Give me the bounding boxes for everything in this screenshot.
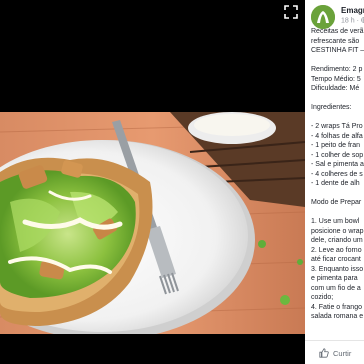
method-line: 1. Use um bowl	[311, 218, 360, 225]
method-line: dele, criando um	[311, 237, 363, 244]
ingredient-item: - 1 dente de alh	[311, 180, 360, 187]
method-line: e pimenta para	[311, 275, 358, 282]
method-line: posicione o wrap	[311, 227, 364, 235]
ingredient-item: - 2 wraps Tá Pro	[311, 123, 363, 130]
photo-viewer	[0, 0, 305, 364]
ingredient-item: - 4 colheres de s	[311, 170, 363, 178]
fullscreen-expand-icon[interactable]	[284, 5, 298, 19]
method-title: Modo de Prepar	[311, 199, 362, 206]
ingredient-item: - 4 folhas de alfa	[311, 132, 363, 140]
post-timestamp[interactable]: 18 h	[341, 18, 355, 25]
post-side-panel: Emagrec 18 h · Receitas de verã refresca…	[305, 0, 364, 364]
post-actions-bar: Curtir	[305, 340, 364, 364]
caption-line: Receitas de verã	[311, 28, 364, 35]
caption-line: CESTINHA FIT –	[311, 47, 364, 54]
method-line: com um fio de a	[311, 284, 361, 292]
ingredients-title: Ingredientes:	[311, 104, 352, 111]
recipe-yield: Rendimento: 2 p	[311, 66, 363, 73]
ingredient-item: - Sal e pimenta a	[311, 161, 364, 168]
method-line: até ficar crocant	[311, 256, 361, 263]
caption-line: refrescante são	[311, 37, 360, 45]
page-avatar[interactable]	[311, 5, 335, 29]
page-name-link[interactable]: Emagrec	[341, 6, 364, 15]
like-label: Curtir	[333, 348, 352, 358]
post-caption: Receitas de verã refrescante são CESTINH…	[311, 27, 364, 322]
thumbs-up-icon	[319, 348, 329, 358]
ingredient-item: - 1 peito de fran	[311, 142, 361, 149]
method-line: 2. Leve ao forno	[311, 246, 362, 254]
recipe-difficulty: Dificuldade: Mé	[311, 85, 360, 92]
method-line: 3. Enquanto isso	[311, 265, 364, 273]
post-photo[interactable]	[0, 112, 305, 334]
method-line: cozido;	[311, 294, 334, 301]
ingredient-item: - 1 colher de sop	[311, 151, 364, 159]
recipe-time: Tempo Médio: 5	[311, 75, 361, 83]
post-meta: 18 h ·	[341, 17, 364, 25]
like-button[interactable]: Curtir	[319, 346, 351, 360]
method-line: salada romana e	[311, 313, 364, 320]
method-line: 4. Fatie o frango	[311, 303, 362, 311]
